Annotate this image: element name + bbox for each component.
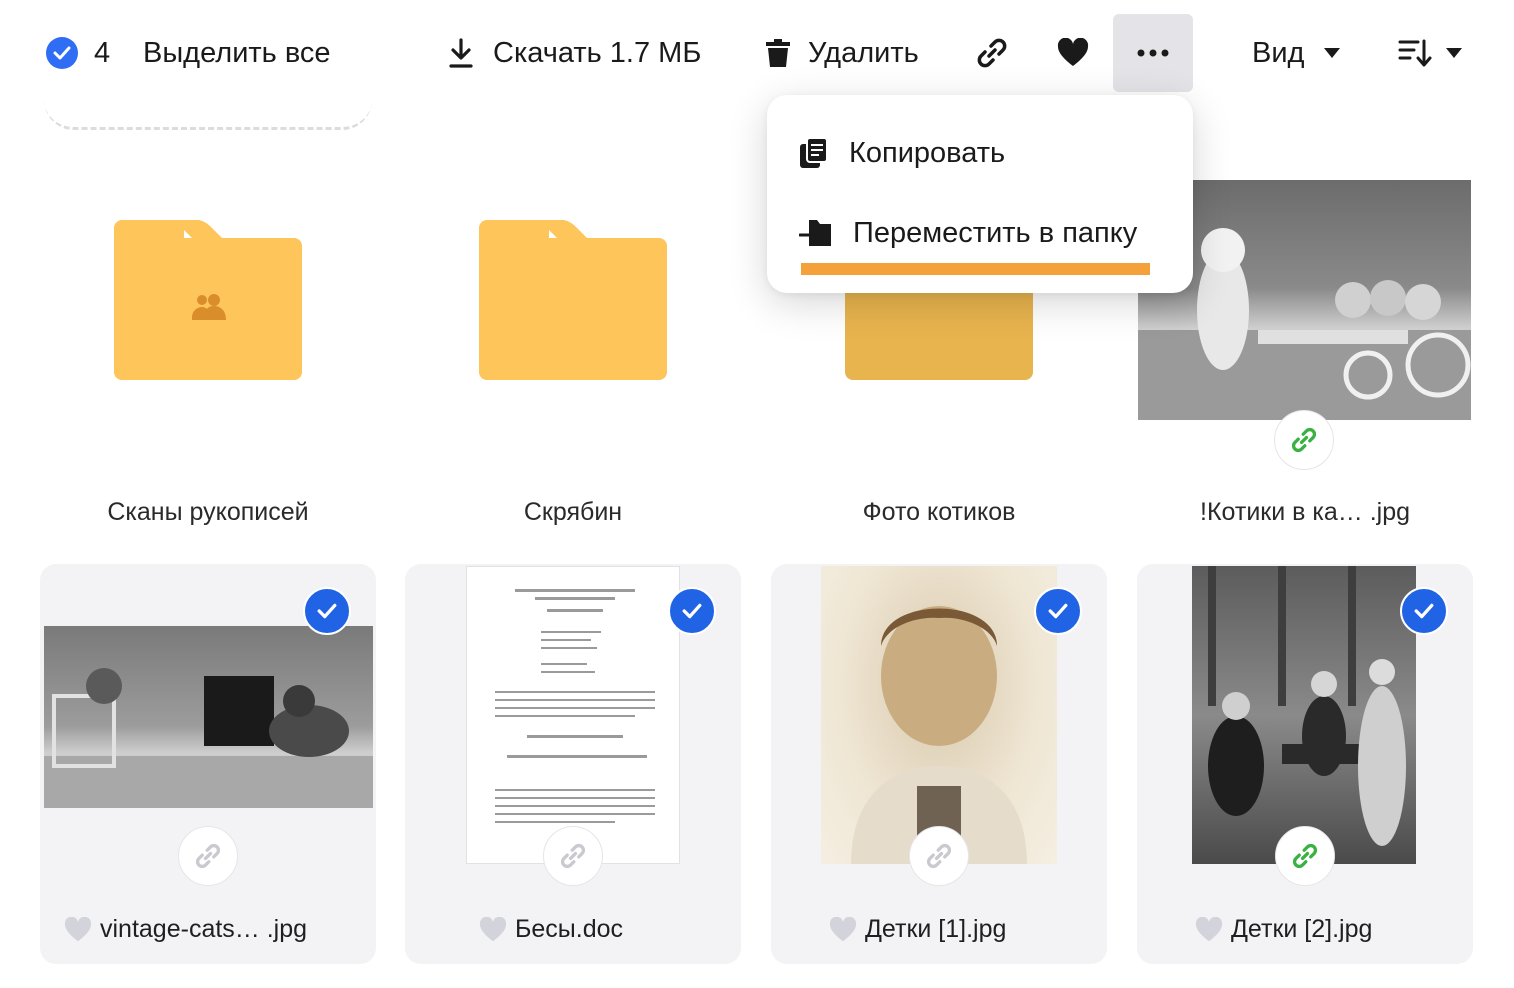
folder-item[interactable]: Скрябин — [405, 140, 741, 540]
folder-name: Фото котиков — [862, 498, 1016, 526]
image-thumbnail — [44, 626, 373, 808]
image-thumbnail — [821, 566, 1057, 864]
select-all-button[interactable]: Выделить все — [143, 14, 331, 92]
trash-icon — [766, 39, 790, 67]
public-link-badge[interactable] — [1274, 410, 1334, 470]
folder-item[interactable]: Сканы рукописей — [40, 140, 376, 540]
delete-button[interactable]: Удалить — [764, 14, 919, 92]
check-icon — [46, 37, 78, 69]
public-link-badge[interactable] — [178, 826, 238, 886]
shared-users-icon — [192, 294, 226, 320]
file-name-row: Бесы.doc — [479, 915, 623, 944]
highlight-underline — [801, 263, 1150, 275]
chevron-down-icon — [1324, 48, 1341, 58]
heart-icon[interactable] — [829, 916, 857, 943]
link-icon — [1291, 427, 1317, 453]
link-icon — [926, 843, 952, 869]
more-button[interactable] — [1113, 14, 1193, 92]
file-card[interactable]: vintage-cats… .jpg — [40, 564, 376, 964]
sort-icon — [1398, 39, 1432, 67]
image-thumbnail — [1192, 566, 1416, 864]
selection-toggle[interactable]: 4 — [46, 14, 110, 92]
heart-icon[interactable] — [1195, 916, 1223, 943]
folder-icon — [479, 220, 667, 382]
file-name-row: Детки [1].jpg — [829, 915, 1006, 944]
toolbar: 4 Выделить все Скачать 1.7 МБ Удалить Ви… — [0, 0, 1514, 108]
view-dropdown[interactable]: Вид — [1252, 14, 1341, 92]
selected-count: 4 — [94, 36, 111, 69]
link-button[interactable] — [975, 14, 1009, 92]
menu-item-copy-label: Копировать — [849, 136, 1006, 169]
download-icon — [449, 38, 473, 68]
file-name: Бесы.doc — [515, 915, 624, 943]
select-all-label: Выделить все — [143, 36, 331, 69]
view-label: Вид — [1252, 36, 1305, 69]
heart-icon[interactable] — [479, 916, 507, 943]
more-dots-icon — [1137, 49, 1169, 57]
sort-dropdown[interactable] — [1398, 14, 1462, 92]
check-icon — [682, 603, 702, 619]
check-icon — [1048, 603, 1068, 619]
file-card[interactable]: Бесы.doc — [405, 564, 741, 964]
favorite-button[interactable] — [1057, 14, 1089, 92]
chevron-down-icon — [1446, 48, 1462, 58]
check-icon — [317, 603, 337, 619]
dropzone-placeholder — [44, 96, 372, 130]
file-card[interactable]: Детки [2].jpg — [1137, 564, 1473, 964]
more-menu: Копировать Переместить в папку — [767, 95, 1193, 293]
public-link-badge[interactable] — [543, 826, 603, 886]
file-name: !Котики в ка… .jpg — [1200, 498, 1410, 526]
selected-check[interactable] — [1400, 587, 1448, 635]
link-icon — [560, 843, 586, 869]
menu-item-copy[interactable]: Копировать — [799, 123, 1005, 183]
document-thumbnail — [466, 566, 680, 864]
menu-item-move-label: Переместить в папку — [853, 216, 1138, 249]
selected-check[interactable] — [668, 587, 716, 635]
folder-name: Сканы рукописей — [107, 498, 309, 526]
selected-check[interactable] — [1034, 587, 1082, 635]
delete-label: Удалить — [808, 36, 919, 69]
file-name-row: vintage-cats… .jpg — [64, 915, 307, 944]
file-name-row: Детки [2].jpg — [1195, 915, 1372, 944]
shared-folder-icon — [114, 220, 302, 382]
file-name: vintage-cats… .jpg — [100, 915, 308, 943]
public-link-badge[interactable] — [1275, 826, 1335, 886]
file-name: Детки [2].jpg — [1231, 915, 1373, 943]
move-to-folder-icon — [799, 220, 831, 246]
copy-icon — [800, 137, 828, 168]
link-icon — [1292, 843, 1318, 869]
menu-item-move[interactable]: Переместить в папку — [799, 203, 1137, 263]
file-name: Детки [1].jpg — [865, 915, 1007, 943]
check-icon — [1414, 603, 1434, 619]
download-button[interactable]: Скачать 1.7 МБ — [448, 14, 701, 92]
heart-icon — [1057, 38, 1089, 66]
public-link-badge[interactable] — [909, 826, 969, 886]
heart-icon[interactable] — [64, 916, 92, 943]
link-icon — [977, 38, 1007, 68]
link-icon — [195, 843, 221, 869]
file-card[interactable]: Детки [1].jpg — [771, 564, 1107, 964]
folder-name: Скрябин — [523, 498, 623, 526]
download-label: Скачать 1.7 МБ — [493, 36, 702, 69]
selected-check[interactable] — [303, 587, 351, 635]
